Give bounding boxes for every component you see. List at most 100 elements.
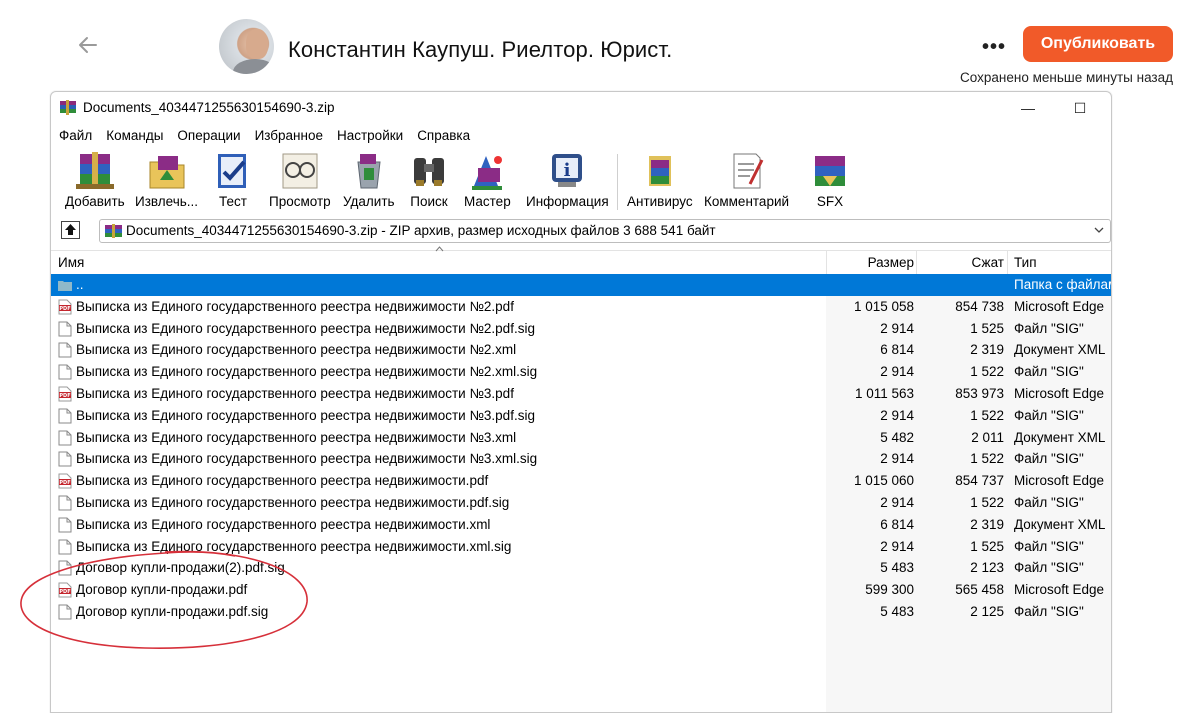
wizard-button[interactable]: Мастер [464,150,511,212]
table-row[interactable]: Выписка из Единого государственного реес… [51,427,1111,449]
file-name: Выписка из Единого государственного реес… [76,298,514,314]
file-rows: .. Папка с файлам PDF Выписка из Единого го… [51,274,1111,623]
file-size: 5 483 [880,603,914,619]
archive-path-field[interactable]: Documents_4034471255630154690-3.zip - ZI… [99,219,1111,243]
file-type: Файл "SIG" [1014,451,1084,467]
view-label: Просмотр [269,194,331,209]
test-button[interactable]: Тест [210,150,256,212]
delete-button[interactable]: Удалить [343,150,395,212]
chevron-down-icon[interactable] [1094,225,1104,235]
antivirus-button[interactable]: Антивирус [627,150,693,212]
column-name[interactable]: Имя [58,255,84,270]
table-row[interactable]: Выписка из Единого государственного реес… [51,339,1111,361]
table-row[interactable]: .. Папка с файлам [51,274,1111,296]
file-name: Выписка из Единого государственного реес… [76,516,491,532]
file-packed-size: 1 522 [970,407,1004,423]
menu-operations[interactable]: Операции [170,125,247,147]
table-row[interactable]: Выписка из Единого государственного реес… [51,514,1111,536]
menu-settings[interactable]: Настройки [330,125,410,147]
table-row[interactable]: Договор купли-продажи.pdf.sig 5 483 2 125 Ф… [51,601,1111,623]
svg-text:PDF: PDF [59,393,70,399]
info-icon: i [552,154,583,187]
pdf-file-icon: PDF [58,299,72,315]
svg-text:PDF: PDF [59,589,70,595]
extract-button[interactable]: Извлечь... [135,150,198,212]
test-label: Тест [219,194,247,209]
file-size: 2 914 [880,494,914,510]
table-row[interactable]: Выписка из Единого государственного реес… [51,536,1111,558]
file-packed-size: 2 319 [970,516,1004,532]
antivirus-label: Антивирус [627,194,693,209]
file-icon [58,364,72,380]
svg-text:PDF: PDF [59,480,70,486]
file-type: Microsoft Edge [1014,385,1105,401]
column-size[interactable]: Размер [868,255,914,270]
file-list: Имя Размер Сжат Тип .. Папка с файлам PDF В… [51,246,1111,712]
file-type: Файл "SIG" [1014,364,1084,380]
table-row[interactable]: PDF Выписка из Единого государственного р… [51,383,1111,405]
table-row[interactable]: PDF Договор купли-продажи.pdf 599 300 565 4… [51,579,1111,601]
file-type: Документ XML [1014,516,1106,532]
find-label: Поиск [410,194,448,209]
back-arrow-icon[interactable] [74,30,102,60]
add-books-icon [75,152,114,189]
table-row[interactable]: Выписка из Единого государственного реес… [51,448,1111,470]
view-button[interactable]: Просмотр [269,150,331,212]
menu-file[interactable]: Файл [51,125,99,147]
menu-commands[interactable]: Команды [99,125,170,147]
file-icon [58,430,72,446]
column-type[interactable]: Тип [1014,255,1037,270]
table-row[interactable]: Выписка из Единого государственного реес… [51,492,1111,514]
file-list-header: Имя Размер Сжат Тип [51,246,1111,276]
table-row[interactable]: PDF Выписка из Единого государственного р… [51,470,1111,492]
sfx-button[interactable]: SFX [807,150,853,212]
find-button[interactable]: Поиск [406,150,452,212]
add-button[interactable]: Добавить [65,150,125,212]
winrar-app-icon [60,100,76,115]
blog-title: Константин Каупуш. Риелтор. Юрист. [288,37,673,62]
table-row[interactable]: Выписка из Единого государственного реес… [51,361,1111,383]
menu-bar: Файл Команды Операции Избранное Настройк… [51,125,477,147]
file-name: Выписка из Единого государственного реес… [76,429,517,445]
table-row[interactable]: Выписка из Единого государственного реес… [51,405,1111,427]
file-type: Файл "SIG" [1014,320,1084,336]
file-packed-size: 2 319 [970,342,1004,358]
file-type: Microsoft Edge [1014,473,1105,489]
table-row[interactable]: PDF Выписка из Единого государственного р… [51,296,1111,318]
file-packed-size: 1 522 [970,494,1004,510]
file-icon [58,451,72,467]
pdf-file-icon: PDF [58,582,72,598]
info-label: Информация [526,194,609,209]
more-options-button[interactable]: ••• [982,37,1006,57]
publish-button[interactable]: Опубликовать [1023,26,1173,62]
menu-favorites[interactable]: Избранное [248,125,330,147]
file-size: 2 914 [880,320,914,336]
extract-label: Извлечь... [135,194,199,209]
column-packed[interactable]: Сжат [972,255,1004,270]
file-packed-size: 854 738 [955,298,1004,314]
comment-label: Комментарий [704,194,790,209]
delete-label: Удалить [343,194,395,209]
archive-window: Documents_4034471255630154690-3.zip — ☐ … [50,91,1112,713]
file-icon [58,342,72,358]
pdf-file-icon: PDF [58,473,72,489]
file-type: Документ XML [1014,342,1106,358]
file-packed-size: 854 737 [955,473,1004,489]
sort-up-icon [435,246,444,252]
menu-help[interactable]: Справка [410,125,477,147]
minimize-button-spacer [1017,98,1041,118]
avatar[interactable] [219,19,274,74]
folder-icon [58,281,72,291]
close-button[interactable]: ✕ [1071,98,1095,118]
file-icon [58,495,72,511]
file-packed-size: 2 125 [970,603,1004,619]
up-folder-button[interactable] [61,221,80,239]
file-name: Выписка из Единого государственного реес… [76,451,538,467]
info-button[interactable]: i Информация [526,150,609,212]
table-row[interactable]: Выписка из Единого государственного реес… [51,318,1111,340]
archive-path-text: Documents_4034471255630154690-3.zip - ZI… [126,223,716,238]
comment-button[interactable]: Комментарий [704,150,789,212]
table-row[interactable]: Договор купли-продажи(2).pdf.sig 5 483 2 1… [51,557,1111,579]
file-packed-size: 1 522 [970,364,1004,380]
file-type: Файл "SIG" [1014,603,1084,619]
